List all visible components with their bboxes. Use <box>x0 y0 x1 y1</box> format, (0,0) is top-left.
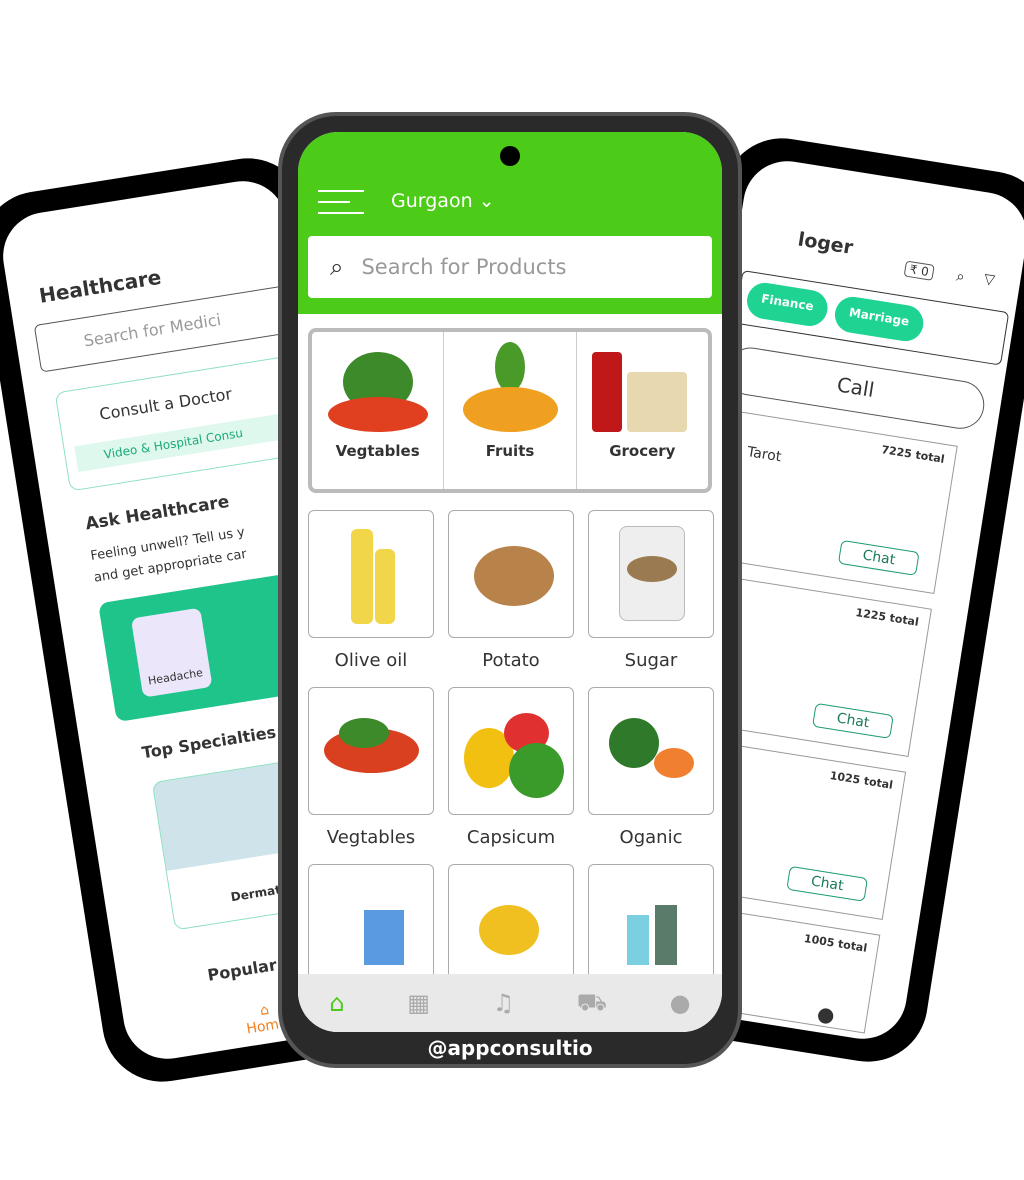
category-label: Vegtables <box>335 442 420 460</box>
ask-title: Ask Healthcare <box>84 491 231 535</box>
search-input[interactable]: ⌕ Search for Products <box>308 236 712 298</box>
card-total: 1005 total <box>803 931 869 955</box>
camera <box>500 146 520 166</box>
profile-icon[interactable]: ● <box>815 1001 836 1027</box>
product-label: Capsicum <box>466 827 556 848</box>
location-label: Gurgaon <box>391 190 473 212</box>
chevron-down-icon: ⌄ <box>478 190 495 212</box>
bell-icon[interactable]: ♫ <box>493 989 515 1017</box>
search-icon: ⌕ <box>330 253 344 281</box>
product-label: Sugar <box>624 650 678 671</box>
product-snacks[interactable] <box>448 864 574 992</box>
grocery-phone: Gurgaon ⌄ ⌕ Search for Products Vegtables… <box>278 112 742 1068</box>
specialties-title: Top Specialties <box>140 722 278 763</box>
product-olive-oil[interactable]: Olive oil <box>308 510 434 671</box>
bottom-nav: ⌂ ▦ ♫ ⛟ ● <box>298 974 722 1032</box>
chat-button[interactable]: Chat <box>812 702 894 739</box>
category-fruits[interactable]: Fruits <box>444 332 577 489</box>
app-title: Healthcare <box>37 264 163 308</box>
product-grid: Olive oil Potato Sugar Vegtables Capsicu… <box>308 510 714 1006</box>
wallet-badge[interactable]: ₹ 0 <box>903 260 935 281</box>
card-total: 1225 total <box>854 606 920 629</box>
cart-icon[interactable]: ⛟ <box>577 988 607 1019</box>
category-label: Fruits <box>485 442 535 460</box>
menu-icon[interactable] <box>318 190 364 223</box>
product-label: Olive oil <box>334 650 408 671</box>
category-vegetables[interactable]: Vegtables <box>312 332 445 489</box>
chip-finance[interactable]: Finance <box>744 280 830 329</box>
app-title: loger <box>796 228 855 259</box>
category-strip: Vegtables Fruits Grocery <box>308 328 712 493</box>
home-icon[interactable]: ⌂ <box>329 989 344 1017</box>
profile-icon[interactable]: ● <box>670 989 691 1017</box>
brand-watermark: @appconsultio <box>427 1036 593 1060</box>
card-total: 1025 total <box>828 769 894 792</box>
categories-icon[interactable]: ▦ <box>407 989 430 1017</box>
product-label: Potato <box>482 650 540 671</box>
product-dairy[interactable] <box>308 864 434 992</box>
chat-button[interactable]: Chat <box>786 865 869 902</box>
product-vegetables[interactable]: Vegtables <box>308 687 434 848</box>
category-label: Grocery <box>609 442 676 460</box>
category-grocery[interactable]: Grocery <box>577 332 708 489</box>
filter-icon[interactable]: ▽ <box>983 271 996 288</box>
card-total: 7225 total <box>880 443 946 466</box>
product-facewash[interactable] <box>588 864 714 992</box>
product-capsicum[interactable]: Capsicum <box>448 687 574 848</box>
product-label: Vegtables <box>326 827 416 848</box>
product-label: Oganic <box>619 827 683 848</box>
search-placeholder: Search for Products <box>361 255 567 279</box>
location-selector[interactable]: Gurgaon ⌄ <box>391 190 495 212</box>
product-potato[interactable]: Potato <box>448 510 574 671</box>
chip-marriage[interactable]: Marriage <box>832 294 926 344</box>
header: Gurgaon ⌄ ⌕ Search for Products <box>298 132 722 314</box>
product-sugar[interactable]: Sugar <box>588 510 714 671</box>
product-organic[interactable]: Oganic <box>588 687 714 848</box>
search-icon[interactable]: ⌕ <box>955 267 966 286</box>
symptom-headache[interactable]: Headache <box>130 607 213 698</box>
chat-button[interactable]: Chat <box>838 539 920 576</box>
